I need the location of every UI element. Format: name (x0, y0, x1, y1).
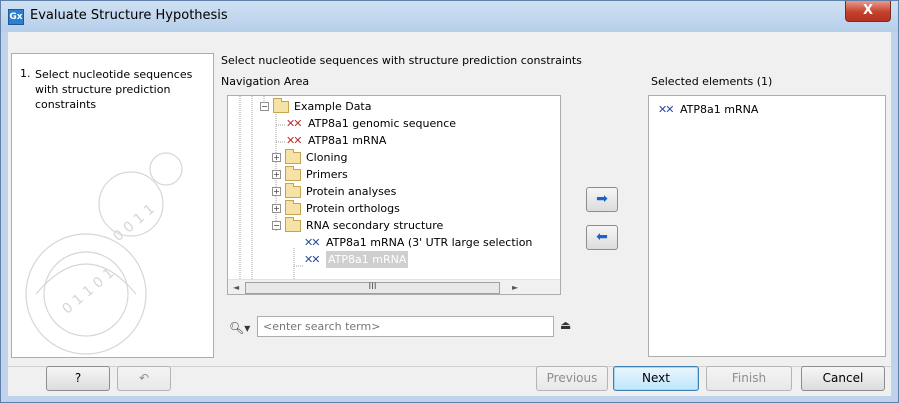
tree-item-label: ATP8a1 mRNA (3' UTR large selection (326, 236, 533, 249)
tree-item-label: Protein analyses (306, 185, 397, 198)
folder-icon (285, 148, 301, 164)
finish-button[interactable]: Finish (706, 366, 792, 391)
svg-text:0 0 1 1: 0 0 1 1 (110, 201, 158, 245)
scroll-left-icon[interactable]: ◄ (233, 283, 239, 292)
tree-item-example-data[interactable]: − Example Data (260, 97, 372, 115)
remove-from-selected-button[interactable]: ⬅ (586, 225, 618, 250)
step-number: 1. (20, 67, 31, 80)
tree-item-protein-orthologs[interactable]: + Protein orthologs (272, 199, 400, 217)
window-title: Evaluate Structure Hypothesis (30, 8, 228, 23)
arrow-right-icon: ➡ (596, 191, 608, 207)
collapse-icon[interactable]: − (260, 102, 269, 111)
dna-sequence-icon: ✕✕ (286, 117, 302, 130)
watermark-logo-icon: 0 1 1 0 1 0 0 1 1 (25, 152, 183, 355)
navigation-area-label: Navigation Area (221, 75, 310, 88)
tree-item-protein-analyses[interactable]: + Protein analyses (272, 182, 397, 200)
search-options-icon[interactable]: ⏏ (560, 318, 571, 332)
reset-icon: ↶ (138, 371, 150, 385)
tree-item-atp8a1-mrna-selected[interactable]: ✕✕ ATP8a1 mRNA (304, 251, 409, 268)
folder-open-icon (285, 216, 301, 232)
folder-icon (285, 182, 301, 198)
tree-item-label: Example Data (294, 100, 372, 113)
selected-elements-list[interactable]: ✕✕ ATP8a1 mRNA (648, 95, 886, 357)
collapse-icon[interactable]: − (272, 221, 281, 230)
dna-sequence-icon: ✕✕ (286, 134, 302, 147)
navigation-tree[interactable]: − Example Data ✕✕ ATP8a1 genomic sequenc… (227, 95, 561, 295)
expand-icon[interactable]: + (272, 153, 281, 162)
tree-horizontal-scrollbar[interactable]: ◄ III ► (228, 279, 560, 294)
scroll-thumb[interactable]: III (245, 282, 500, 294)
search-icon[interactable]: 🔍︎▾ (229, 321, 250, 335)
expand-icon[interactable]: + (272, 187, 281, 196)
search-input[interactable] (257, 316, 554, 337)
dialog-window: Gx Evaluate Structure Hypothesis X 1. Se… (0, 0, 899, 403)
folder-icon (285, 165, 301, 181)
tree-item-label: ATP8a1 mRNA (308, 134, 387, 147)
close-button[interactable]: X (845, 1, 891, 22)
tree-item-atp8a1-mrna[interactable]: ✕✕ ATP8a1 mRNA (286, 132, 386, 149)
next-button[interactable]: Next (613, 366, 699, 391)
tree-item-cloning[interactable]: + Cloning (272, 148, 348, 166)
tree-item-rna-secondary-structure[interactable]: − RNA secondary structure (272, 216, 444, 234)
tree-item-atp8a1-mrna-3utr[interactable]: ✕✕ ATP8a1 mRNA (3' UTR large selection (304, 234, 532, 251)
list-item[interactable]: ✕✕ ATP8a1 mRNA (651, 101, 883, 118)
list-item-label: ATP8a1 mRNA (680, 103, 759, 116)
help-button[interactable]: ? (46, 366, 110, 391)
page-heading: Select nucleotide sequences with structu… (221, 54, 582, 67)
tree-item-label: Primers (306, 168, 348, 181)
svg-text:0 1 1 0 1: 0 1 1 0 1 (59, 265, 117, 317)
add-to-selected-button[interactable]: ➡ (586, 187, 618, 212)
tree-item-label: ATP8a1 genomic sequence (308, 117, 457, 130)
tree-item-label: RNA secondary structure (306, 219, 444, 232)
tree-item-atp8a1-genomic[interactable]: ✕✕ ATP8a1 genomic sequence (286, 115, 456, 132)
rna-sequence-icon: ✕✕ (304, 236, 320, 249)
rna-sequence-icon: ✕✕ (304, 253, 320, 266)
step-label: Select nucleotide sequences with structu… (35, 68, 193, 111)
arrow-left-icon: ⬅ (596, 229, 608, 245)
expand-icon[interactable]: + (272, 170, 281, 179)
tree-item-primers[interactable]: + Primers (272, 165, 348, 183)
folder-open-icon (273, 97, 289, 113)
dialog-body: 1. Select nucleotide sequences with stru… (8, 32, 891, 396)
expand-icon[interactable]: + (272, 204, 281, 213)
scroll-right-icon[interactable]: ► (512, 283, 518, 292)
selected-elements-label: Selected elements (1) (651, 75, 773, 88)
app-icon: Gx (8, 9, 24, 25)
tree-item-label: ATP8a1 mRNA (326, 251, 409, 268)
steps-panel: 1. Select nucleotide sequences with stru… (11, 53, 214, 358)
tree-item-label: Cloning (306, 151, 348, 164)
title-bar[interactable]: Gx Evaluate Structure Hypothesis X (1, 1, 898, 32)
tree-item-label: Protein orthologs (306, 202, 400, 215)
previous-button[interactable]: Previous (536, 366, 608, 391)
restore-defaults-button[interactable]: ↶ (117, 366, 171, 391)
folder-icon (285, 199, 301, 215)
rna-sequence-icon: ✕✕ (658, 103, 674, 116)
cancel-button[interactable]: Cancel (801, 366, 885, 391)
